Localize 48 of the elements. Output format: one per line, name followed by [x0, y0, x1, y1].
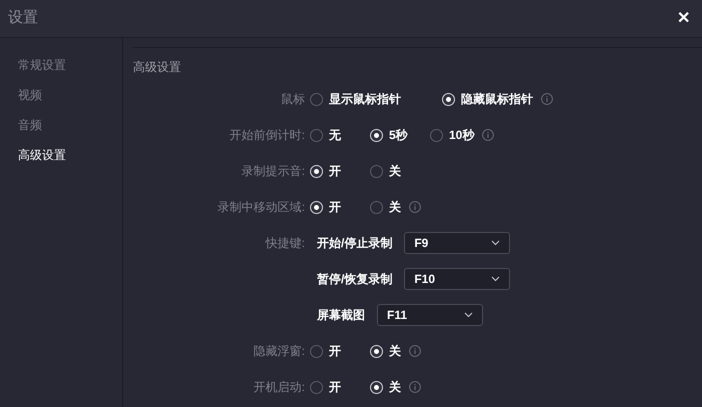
chevron-down-icon — [491, 276, 500, 282]
sidebar-item[interactable]: 高级设置 — [18, 146, 66, 164]
radio-button[interactable] — [370, 200, 383, 214]
radio-button[interactable] — [310, 380, 323, 394]
radio-option[interactable]: 5秒 — [370, 126, 430, 144]
radio-button[interactable] — [310, 92, 323, 106]
radio-option[interactable]: 开 — [310, 162, 370, 180]
shortcut-dropdown[interactable]: F9 — [404, 232, 510, 254]
setting-label: 隐藏浮窗: — [252, 343, 305, 360]
sidebar-item[interactable]: 视频 — [18, 86, 42, 104]
chevron-down-icon — [491, 240, 500, 246]
setting-label: 快捷键: — [264, 235, 305, 252]
radio-option[interactable]: 显示鼠标指针 — [310, 90, 442, 108]
shortcut-dropdown[interactable]: F11 — [377, 304, 483, 326]
setting-label: 录制提示音: — [240, 163, 305, 180]
info-icon[interactable] — [541, 93, 553, 105]
window-title: 设置 — [8, 8, 38, 28]
radio-option[interactable]: 开 — [310, 378, 370, 396]
shortcut-label: 屏幕截图 — [317, 307, 365, 324]
radio-button[interactable] — [310, 344, 323, 358]
info-icon[interactable] — [409, 201, 421, 213]
sidebar-item[interactable]: 常规设置 — [18, 56, 66, 74]
info-icon[interactable] — [409, 381, 421, 393]
info-icon[interactable] — [482, 129, 494, 141]
radio-button[interactable] — [430, 128, 443, 142]
chevron-down-icon — [464, 312, 473, 318]
sidebar-item[interactable]: 音频 — [18, 116, 42, 134]
radio-option[interactable]: 关 — [370, 378, 401, 396]
shortcut-label: 开始/停止录制 — [317, 235, 392, 252]
radio-option[interactable]: 无 — [310, 126, 370, 144]
setting-label: 开始前倒计时: — [228, 127, 305, 144]
radio-option[interactable]: 关 — [370, 198, 401, 216]
shortcut-dropdown[interactable]: F10 — [404, 268, 510, 290]
radio-button[interactable] — [310, 128, 323, 142]
radio-option[interactable]: 开 — [310, 342, 370, 360]
info-icon[interactable] — [409, 345, 421, 357]
radio-option[interactable]: 10秒 — [430, 126, 474, 144]
radio-option[interactable]: 关 — [370, 162, 401, 180]
shortcut-label: 暂停/恢复录制 — [317, 271, 392, 288]
radio-option[interactable]: 开 — [310, 198, 370, 216]
section-title: 高级设置 — [133, 59, 182, 74]
radio-option[interactable]: 隐藏鼠标指针 — [442, 90, 533, 108]
setting-label: 鼠标 — [280, 91, 305, 108]
radio-option[interactable]: 关 — [370, 342, 401, 360]
radio-button[interactable] — [370, 164, 383, 178]
close-button[interactable]: ✕ — [673, 6, 694, 30]
setting-label: 开机启动: — [252, 379, 305, 396]
setting-label: 录制中移动区域: — [216, 199, 305, 216]
